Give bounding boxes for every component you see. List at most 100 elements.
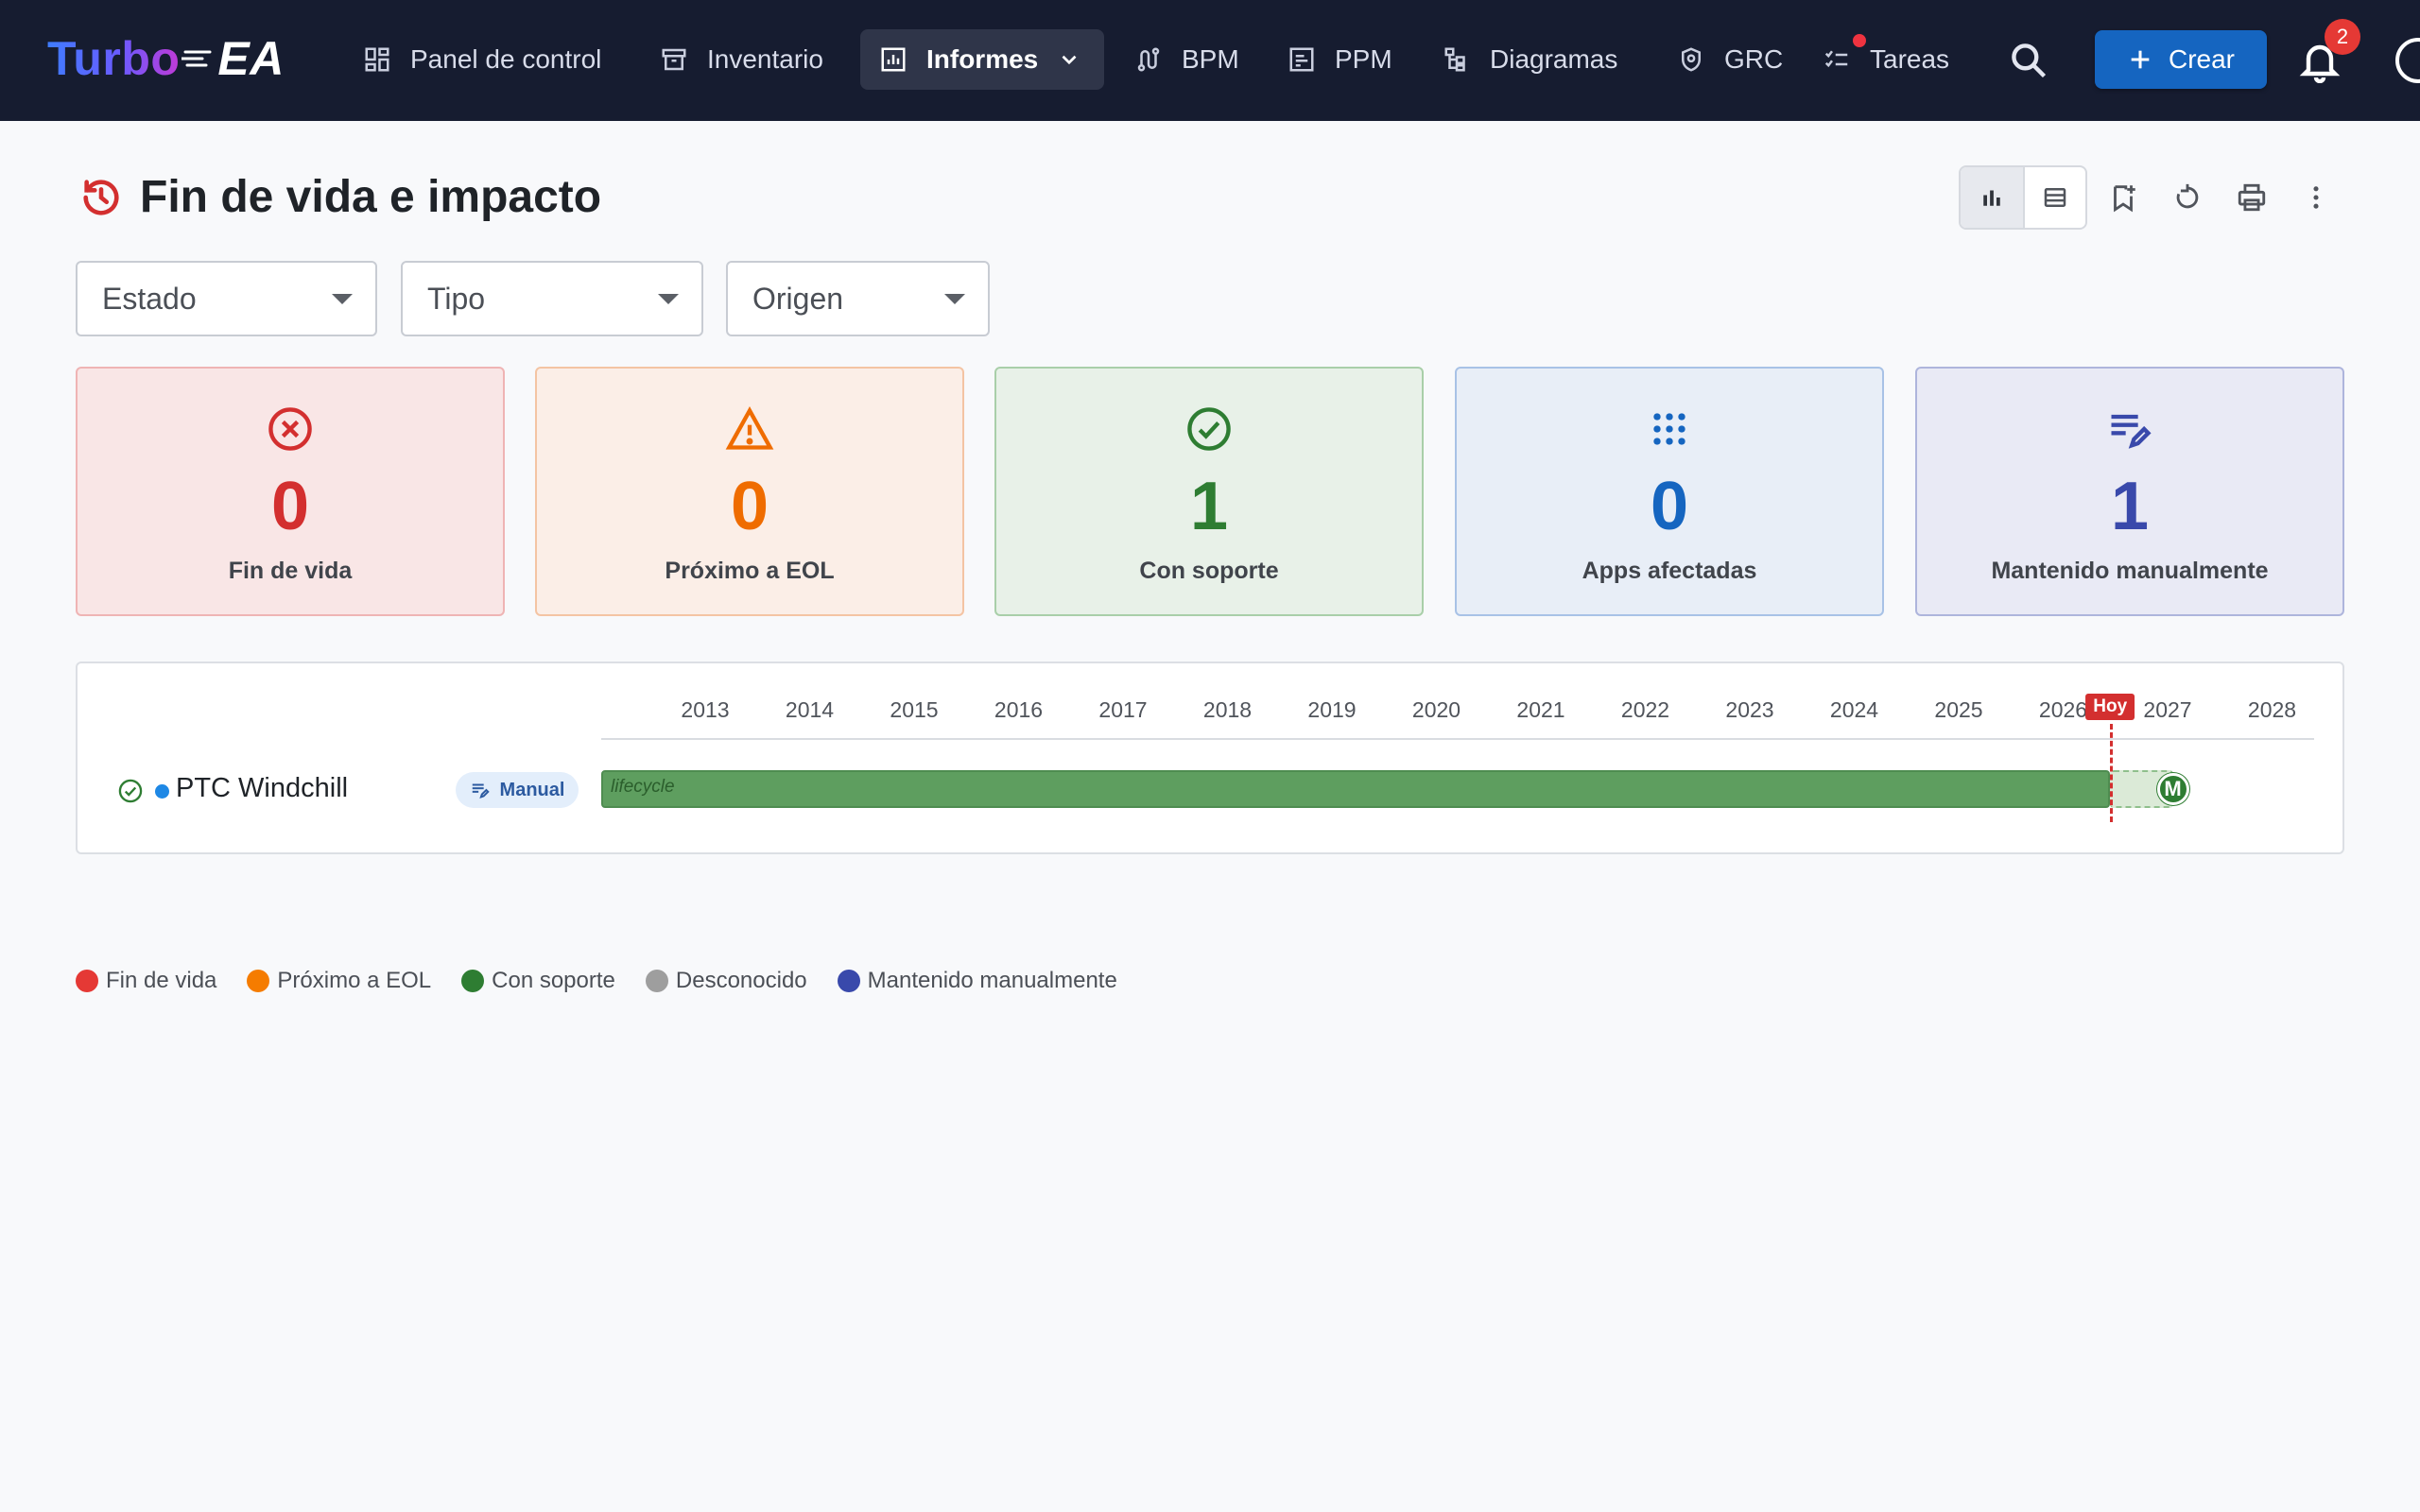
- chart-view-button[interactable]: [1961, 167, 2023, 228]
- lifecycle-bar-label: lifecycle: [611, 777, 675, 797]
- bar-chart-icon: [1983, 190, 2000, 206]
- legend-swatch: [461, 970, 485, 992]
- search-icon[interactable]: [2008, 40, 2049, 81]
- kpi-value: 1: [1189, 469, 1229, 544]
- history-icon: [83, 180, 119, 215]
- lifecycle-timeline-panel: 2013 2014 2015 2016 2017 2018 2019 2020 2021 2022…: [76, 662, 2344, 854]
- origen-filter-label: Origen: [752, 281, 844, 316]
- top-navigation-bar: Turbo EA Panel de control Inventario Inf…: [0, 0, 2420, 121]
- legend-label: Próximo a EOL: [277, 968, 432, 993]
- apps-grid-icon: [1653, 413, 1685, 445]
- nav-tareas[interactable]: Tareas: [1804, 29, 1968, 90]
- timeline-year-label: 2021: [1516, 697, 1565, 722]
- kpi-value: 0: [1650, 469, 1689, 544]
- timeline-year-label: 2020: [1411, 697, 1461, 722]
- nav-grc[interactable]: GRC: [1658, 29, 1802, 90]
- timeline-year-label: 2016: [994, 697, 1044, 722]
- timeline-year-label: 2018: [1202, 697, 1253, 722]
- tipo-filter-select[interactable]: Tipo: [401, 261, 703, 336]
- legend-item: Mantenido manualmente: [837, 968, 1117, 994]
- edit-note-icon: [2111, 414, 2152, 449]
- legend-swatch: [76, 970, 98, 992]
- kpi-card-mantenido-manualmente[interactable]: 1 Mantenido manualmente: [1915, 367, 2344, 616]
- supported-status-icon: [118, 779, 143, 803]
- kpi-card-apps-afectadas[interactable]: 0 Apps afectadas: [1455, 367, 1884, 616]
- component-type-dot: [155, 784, 169, 799]
- timeline-year-label: 2023: [1725, 697, 1774, 722]
- timeline-row-name[interactable]: PTC Windchill: [176, 773, 348, 804]
- origen-filter-select[interactable]: Origen: [726, 261, 990, 336]
- timeline-year-label: 2019: [1307, 697, 1357, 722]
- dashboard-icon: [365, 47, 389, 72]
- nav-ppm[interactable]: PPM: [1269, 29, 1411, 90]
- chevron-down-icon: [1062, 55, 1077, 65]
- route-icon: [1137, 47, 1160, 72]
- checklist-icon: [1824, 50, 1848, 68]
- logo-text-ea: EA: [217, 32, 285, 85]
- create-button[interactable]: Crear: [2095, 30, 2267, 89]
- kpi-card-fin-de-vida[interactable]: 0 Fin de vida: [76, 367, 505, 616]
- report-icon: [881, 47, 906, 72]
- legend-label: Fin de vida: [106, 968, 217, 993]
- save-bookmark-button[interactable]: [2104, 179, 2142, 216]
- timeline-year-label: 2024: [1829, 697, 1879, 722]
- estado-filter-label: Estado: [102, 281, 197, 316]
- check-circle-icon: [1187, 407, 1231, 451]
- kpi-card-proximo-a-eol[interactable]: 0 Próximo a EOL: [535, 367, 964, 616]
- nav-label: Informes: [926, 44, 1039, 74]
- manual-chip: Manual: [456, 772, 579, 808]
- timeline-axis: [601, 738, 2314, 740]
- nav-label: Inventario: [707, 44, 823, 74]
- kpi-card-con-soporte[interactable]: 1 Con soporte: [994, 367, 1424, 616]
- timeline-year-label: 2017: [1098, 697, 1148, 722]
- print-icon: [2238, 183, 2266, 212]
- kpi-label: Con soporte: [1139, 558, 1279, 584]
- status-legend: Fin de vida Próximo a EOL Con soporte Desco…: [76, 968, 1117, 994]
- dropdown-arrow-icon: [332, 293, 353, 304]
- legend-label: Mantenido manualmente: [867, 968, 1117, 993]
- today-marker-label: Hoy: [2085, 694, 2135, 720]
- kpi-label: Apps afectadas: [1582, 558, 1757, 584]
- reset-button[interactable]: [2169, 179, 2206, 216]
- bookmark-add-icon: [2114, 185, 2135, 213]
- create-button-label: Crear: [2168, 44, 2235, 74]
- user-avatar[interactable]: [2395, 38, 2420, 83]
- nav-label: GRC: [1724, 44, 1784, 74]
- more-vert-icon: [2313, 186, 2319, 209]
- tipo-filter-label: Tipo: [427, 281, 486, 316]
- lifecycle-bar[interactable]: [601, 770, 2111, 808]
- kpi-label: Próximo a EOL: [665, 558, 835, 584]
- table-icon: [2044, 188, 2066, 207]
- nav-label: BPM: [1182, 44, 1239, 74]
- refresh-icon: [2176, 183, 2199, 209]
- timeline-year-label: 2014: [785, 697, 835, 722]
- nav-informes[interactable]: Informes: [860, 29, 1104, 90]
- kpi-label: Mantenido manualmente: [1991, 558, 2269, 584]
- milestone-marker[interactable]: M: [2156, 773, 2189, 805]
- nav-bpm[interactable]: BPM: [1115, 29, 1258, 90]
- nav-diagramas[interactable]: Diagramas: [1424, 29, 1636, 90]
- legend-swatch: [837, 970, 860, 992]
- plus-icon: [2131, 50, 2150, 69]
- diagram-icon: [1444, 47, 1465, 72]
- turbo-ea-logo[interactable]: Turbo EA: [47, 28, 285, 89]
- nav-inventario[interactable]: Inventario: [641, 29, 842, 90]
- nav-panel-de-control[interactable]: Panel de control: [344, 29, 620, 90]
- timeline-year-label: 2027: [2143, 697, 2192, 722]
- nav-label: Diagramas: [1490, 44, 1618, 74]
- shield-icon: [1682, 47, 1701, 72]
- nav-label: PPM: [1335, 44, 1392, 74]
- manual-chip-label: Manual: [499, 779, 565, 800]
- estado-filter-select[interactable]: Estado: [76, 261, 377, 336]
- table-view-button[interactable]: [2023, 167, 2085, 228]
- project-icon: [1289, 47, 1314, 72]
- timeline-year-label: 2026: [2038, 697, 2088, 722]
- page-title: Fin de vida e impacto: [140, 172, 602, 222]
- archive-icon: [662, 48, 686, 71]
- legend-label: Desconocido: [675, 968, 807, 993]
- kpi-value: 0: [270, 469, 310, 544]
- kpi-value: 1: [2110, 469, 2150, 544]
- print-button[interactable]: [2233, 179, 2271, 216]
- more-options-button[interactable]: [2297, 179, 2335, 216]
- notification-count-badge: 2: [2325, 19, 2360, 55]
